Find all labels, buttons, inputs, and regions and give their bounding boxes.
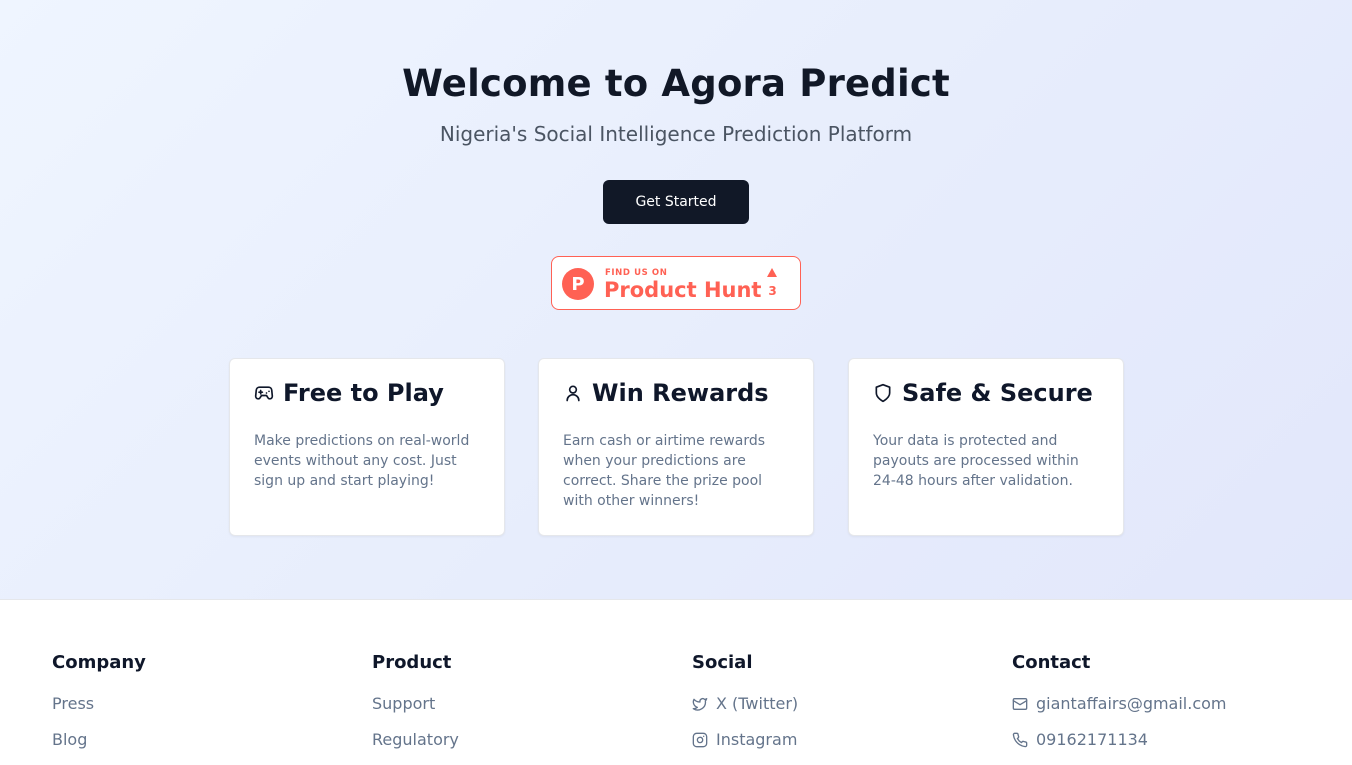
footer-link-label: giantaffairs@gmail.com xyxy=(1036,694,1227,713)
feature-title: Free to Play xyxy=(283,379,444,407)
feature-card-safe-secure: Safe & Secure Your data is protected and… xyxy=(848,358,1124,536)
feature-description: Make predictions on real-world events wi… xyxy=(254,433,470,489)
mail-icon xyxy=(1012,693,1028,715)
page-subtitle: Nigeria's Social Intelligence Prediction… xyxy=(439,122,913,146)
product-hunt-logo: P xyxy=(562,268,594,300)
footer-link-label: 09162171134 xyxy=(1036,730,1148,749)
feature-card-free-to-play: Free to Play Make predictions on real-wo… xyxy=(229,358,505,536)
product-hunt-name: Product Hunt xyxy=(604,278,762,302)
footer-heading: Product xyxy=(372,652,452,673)
instagram-icon xyxy=(692,729,708,751)
twitter-icon xyxy=(692,693,708,715)
upvote-arrow-icon xyxy=(767,268,777,277)
feature-card-win-rewards: Win Rewards Earn cash or airtime rewards… xyxy=(538,358,814,536)
footer-heading: Social xyxy=(692,652,753,673)
footer-link-email[interactable]: giantaffairs@gmail.com xyxy=(1012,693,1227,729)
page-title: Welcome to Agora Predict xyxy=(402,62,950,105)
feature-description: Your data is protected and payouts are p… xyxy=(873,433,1079,489)
user-icon xyxy=(563,383,583,403)
get-started-button[interactable]: Get Started xyxy=(603,180,749,224)
footer-column-product: Product Support Regulatory xyxy=(372,652,459,765)
hero-section: Welcome to Agora Predict Nigeria's Socia… xyxy=(0,0,1352,600)
site-footer: Company Press Blog Product Support Regul… xyxy=(0,601,1352,760)
footer-link-support[interactable]: Support xyxy=(372,693,459,729)
footer-column-company: Company Press Blog xyxy=(52,652,146,765)
gamepad-icon xyxy=(254,383,274,403)
footer-link-twitter[interactable]: X (Twitter) xyxy=(692,693,798,729)
upvote-count: 3 xyxy=(768,284,777,298)
feature-title: Safe & Secure xyxy=(902,379,1093,407)
product-hunt-tagline: FIND US ON xyxy=(605,268,668,278)
footer-link-label: Instagram xyxy=(716,730,798,749)
product-hunt-badge[interactable]: P FIND US ON Product Hunt 3 xyxy=(551,256,801,310)
footer-link-press[interactable]: Press xyxy=(52,693,146,729)
footer-heading: Company xyxy=(52,652,146,673)
footer-heading: Contact xyxy=(1012,652,1091,673)
footer-column-contact: Contact giantaffairs@gmail.com 091621711… xyxy=(1012,652,1227,765)
shield-icon xyxy=(873,383,893,403)
phone-icon xyxy=(1012,729,1028,751)
feature-description: Earn cash or airtime rewards when your p… xyxy=(563,433,766,509)
feature-title: Win Rewards xyxy=(592,379,769,407)
footer-column-social: Social X (Twitter) Instagram xyxy=(692,652,798,765)
footer-link-label: X (Twitter) xyxy=(716,694,799,713)
